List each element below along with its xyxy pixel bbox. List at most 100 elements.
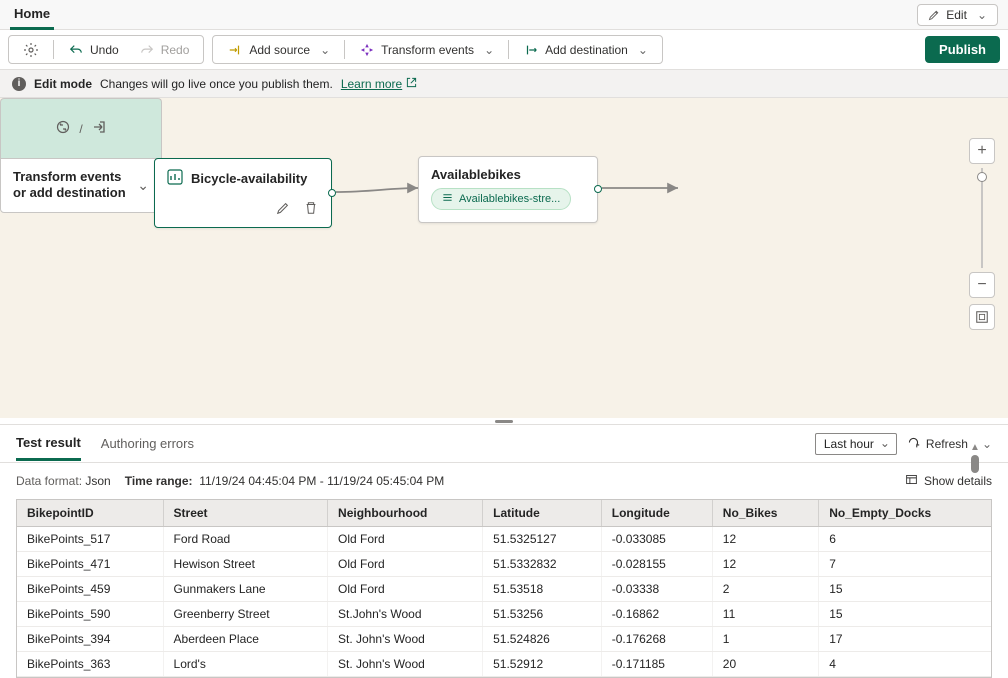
cell: 51.53518 — [483, 577, 602, 602]
scroll-thumb[interactable] — [971, 455, 979, 473]
tab-home[interactable]: Home — [10, 0, 54, 30]
table-row[interactable]: BikePoints_471Hewison StreetOld Ford51.5… — [17, 552, 991, 577]
node-op-title: Availablebikes — [431, 167, 585, 182]
cell: BikePoints_590 — [17, 602, 163, 627]
cell: 15 — [819, 577, 991, 602]
table-row[interactable]: BikePoints_394Aberdeen PlaceSt. John's W… — [17, 627, 991, 652]
target-prompt: Transform events or add destination — [13, 169, 129, 202]
results-table-wrap: BikepointIDStreetNeighbourhoodLatitudeLo… — [16, 499, 992, 678]
info-icon: i — [12, 77, 26, 91]
node-operation[interactable]: Availablebikes Availablebikes-stre... — [418, 156, 598, 223]
info-message: Changes will go live once you publish th… — [100, 77, 333, 91]
cell: 51.524826 — [483, 627, 602, 652]
show-details-button[interactable]: Show details — [905, 473, 992, 489]
add-source-icon — [227, 42, 243, 58]
cell: Hewison Street — [163, 552, 328, 577]
cell: 7 — [819, 552, 991, 577]
operation-chip[interactable]: Availablebikes-stre... — [431, 188, 571, 210]
top-bar: Home Edit ⌄ — [0, 0, 1008, 30]
col-header[interactable]: Neighbourhood — [328, 500, 483, 527]
node-source[interactable]: Bicycle-availability — [154, 158, 332, 228]
time-range-value: 11/19/24 04:45:04 PM - 11/19/24 05:45:04… — [199, 474, 444, 488]
cell: BikePoints_394 — [17, 627, 163, 652]
transform-events-button[interactable]: Transform events ⌄ — [351, 38, 502, 62]
zoom-thumb[interactable] — [977, 172, 987, 182]
pencil-icon — [928, 9, 940, 21]
col-header[interactable]: BikepointID — [17, 500, 163, 527]
edit-dropdown[interactable]: Edit ⌄ — [917, 4, 998, 26]
publish-button[interactable]: Publish — [925, 36, 1000, 63]
col-header[interactable]: Latitude — [483, 500, 602, 527]
cell: 51.5325127 — [483, 527, 602, 552]
cell: 51.5332832 — [483, 552, 602, 577]
col-header[interactable]: No_Bikes — [712, 500, 818, 527]
cell: Ford Road — [163, 527, 328, 552]
details-icon — [905, 473, 918, 489]
fit-to-screen-button[interactable] — [969, 304, 995, 330]
col-header[interactable]: Longitude — [601, 500, 712, 527]
cell: Old Ford — [328, 552, 483, 577]
node-target-placeholder[interactable]: / Transform events or add destination ⌄ — [0, 98, 162, 213]
cell: 6 — [819, 527, 991, 552]
cell: St.John's Wood — [328, 602, 483, 627]
table-row[interactable]: BikePoints_590Greenberry StreetSt.John's… — [17, 602, 991, 627]
info-bar: i Edit mode Changes will go live once yo… — [0, 70, 1008, 98]
table-row[interactable]: BikePoints_517Ford RoadOld Ford51.532512… — [17, 527, 991, 552]
cell: 12 — [712, 527, 818, 552]
edit-node-button[interactable] — [273, 198, 293, 218]
chevron-down-icon: ⌄ — [320, 43, 330, 57]
chevron-down-icon[interactable]: ⌄ — [982, 437, 992, 451]
output-port[interactable] — [594, 185, 602, 193]
cell: BikePoints_471 — [17, 552, 163, 577]
undo-button[interactable]: Undo — [60, 38, 127, 62]
target-icon-area: / — [0, 98, 162, 158]
learn-more-link[interactable]: Learn more — [341, 77, 417, 91]
refresh-button[interactable]: Refresh — [907, 436, 968, 452]
zoom-out-button[interactable]: − — [969, 272, 995, 298]
cell: Old Ford — [328, 577, 483, 602]
cell: 4 — [819, 652, 991, 677]
delete-node-button[interactable] — [301, 198, 321, 218]
redo-icon — [139, 42, 155, 58]
chevron-down-icon[interactable]: ⌄ — [137, 177, 149, 194]
cell: 20 — [712, 652, 818, 677]
zoom-controls: + − — [968, 138, 996, 330]
data-format-value: Json — [85, 474, 110, 488]
col-header[interactable]: No_Empty_Docks — [819, 500, 991, 527]
cell: Lord's — [163, 652, 328, 677]
cell: -0.171185 — [601, 652, 712, 677]
cell: -0.03338 — [601, 577, 712, 602]
time-range-label: Time range: — [125, 474, 193, 488]
table-row[interactable]: BikePoints_363Lord'sSt. John's Wood51.52… — [17, 652, 991, 677]
redo-button[interactable]: Redo — [131, 38, 198, 62]
output-port[interactable] — [328, 189, 336, 197]
cell: 11 — [712, 602, 818, 627]
add-destination-button[interactable]: Add destination ⌄ — [515, 38, 656, 62]
time-range-dropdown[interactable]: Last hour — [815, 433, 897, 455]
tab-test-result[interactable]: Test result — [16, 427, 81, 461]
destination-icon — [91, 119, 107, 138]
slash-separator: / — [79, 122, 82, 136]
transform-icon — [55, 119, 71, 138]
table-row[interactable]: BikePoints_459Gunmakers LaneOld Ford51.5… — [17, 577, 991, 602]
zoom-slider[interactable] — [981, 168, 983, 268]
cell: 17 — [819, 627, 991, 652]
col-header[interactable]: Street — [163, 500, 328, 527]
cell: -0.033085 — [601, 527, 712, 552]
undo-icon — [68, 42, 84, 58]
edit-label: Edit — [946, 8, 967, 22]
cell: 51.53256 — [483, 602, 602, 627]
add-source-button[interactable]: Add source ⌄ — [219, 38, 338, 62]
tab-authoring-errors[interactable]: Authoring errors — [101, 428, 194, 459]
cell: Greenberry Street — [163, 602, 328, 627]
chevron-down-icon: ⌄ — [638, 43, 648, 57]
gear-icon — [23, 42, 39, 58]
vertical-scrollbar[interactable]: ▲ — [970, 442, 980, 473]
pipeline-canvas[interactable]: Bicycle-availability Availablebikes Avai… — [0, 98, 1008, 418]
edit-mode-label: Edit mode — [34, 77, 92, 91]
zoom-in-button[interactable]: + — [969, 138, 995, 164]
add-destination-icon — [523, 42, 539, 58]
settings-button[interactable] — [15, 38, 47, 62]
cell: 51.52912 — [483, 652, 602, 677]
chevron-down-icon: ⌄ — [977, 8, 987, 22]
